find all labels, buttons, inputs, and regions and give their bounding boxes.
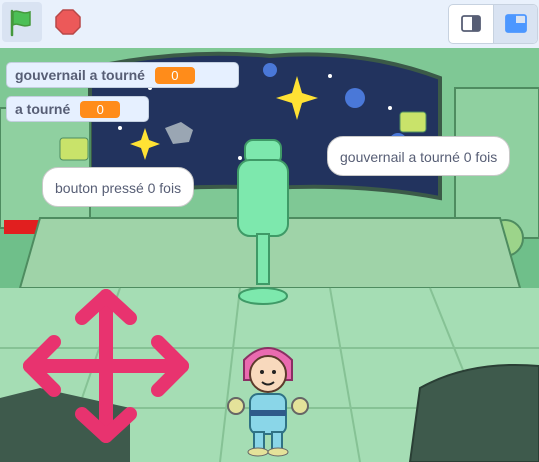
variable-monitor-a-tourne[interactable]: a tourné 0 — [6, 96, 149, 122]
speech-bubble-left: bouton pressé 0 fois — [42, 167, 195, 207]
stage-size-toggle — [448, 4, 538, 44]
small-stage-button[interactable] — [449, 5, 493, 43]
monitor-value: 0 — [80, 100, 121, 118]
green-flag-icon — [10, 9, 31, 37]
normal-stage-button[interactable] — [493, 5, 537, 43]
monitor-label: gouvernail a tourné — [15, 67, 145, 83]
normal-stage-layout-icon — [505, 14, 527, 33]
stage-canvas[interactable]: gouvernail a tourné 0 a tourné 0 bouton … — [0, 48, 539, 462]
small-stage-layout-icon — [461, 15, 481, 32]
monitor-value: 0 — [154, 66, 195, 84]
astronaut-sprite[interactable] — [222, 340, 314, 458]
variable-monitor-gouvernail[interactable]: gouvernail a tourné 0 — [6, 62, 239, 88]
speech-bubble-right: gouvernail a tourné 0 fois — [327, 136, 511, 176]
green-flag-button[interactable] — [2, 2, 42, 42]
stop-button[interactable] — [48, 2, 88, 42]
stage-header — [0, 0, 539, 48]
four-way-arrows-icon[interactable] — [18, 286, 194, 446]
monitor-label: a tourné — [15, 101, 71, 117]
stop-sign-icon — [55, 9, 81, 35]
